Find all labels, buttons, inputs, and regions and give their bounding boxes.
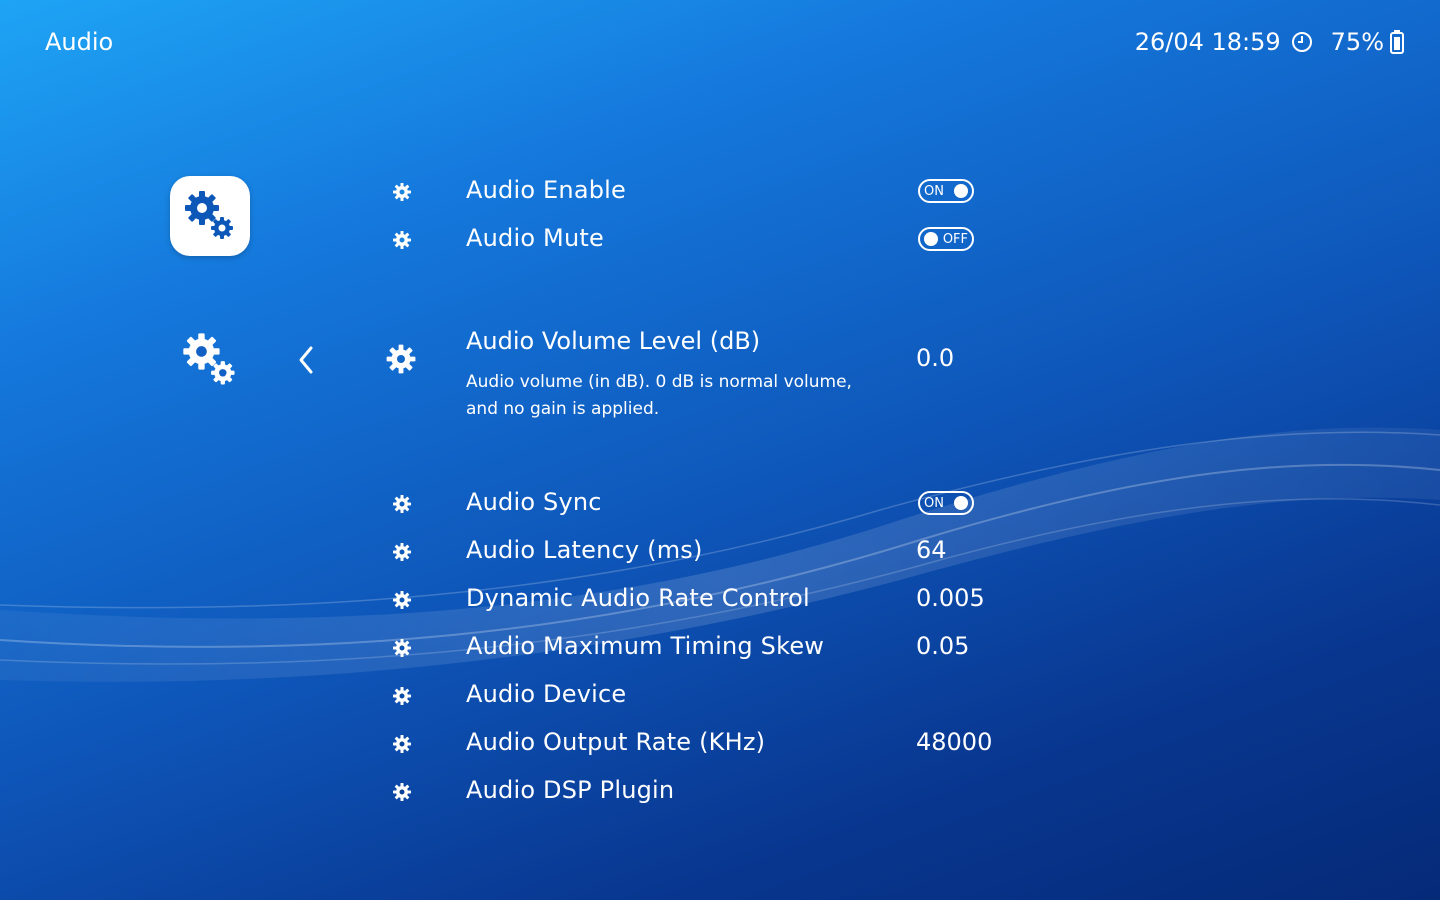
gear-icon: [392, 494, 412, 518]
menu-item-audio-dsp-plugin[interactable]: Audio DSP Plugin: [380, 768, 1080, 816]
toggle-state: OFF: [942, 231, 968, 247]
gear-icon: [392, 542, 412, 566]
page-title: Audio: [45, 28, 114, 56]
gear-icon: [392, 182, 412, 206]
menu-item-audio-mute[interactable]: Audio Mute OFF: [380, 216, 1080, 264]
menu-item-audio-volume-level[interactable]: Audio Volume Level (dB) Audio volume (in…: [380, 325, 1080, 425]
settings-gears-icon: [183, 333, 235, 385]
menu-item-audio-enable[interactable]: Audio Enable ON: [380, 168, 1080, 216]
menu-item-value: 0.0: [916, 344, 955, 372]
back-button[interactable]: [293, 343, 319, 381]
category-tile[interactable]: [170, 176, 250, 256]
menu-item-label: Audio Output Rate (KHz): [466, 728, 766, 756]
toggle-switch[interactable]: OFF: [918, 227, 974, 251]
toggle-state: ON: [924, 495, 944, 511]
menu-item-label: Audio Sync: [466, 488, 602, 516]
menu-item-label: Audio Latency (ms): [466, 536, 703, 564]
menu-item-label: Audio Volume Level (dB): [466, 327, 761, 355]
settings-gears-icon: [185, 191, 233, 239]
menu-item-audio-device[interactable]: Audio Device: [380, 672, 1080, 720]
battery-icon: [1390, 30, 1404, 54]
gear-icon: [392, 230, 412, 254]
menu-item-label: Audio Enable: [466, 176, 626, 204]
menu-item-audio-output-rate[interactable]: Audio Output Rate (KHz) 48000: [380, 720, 1080, 768]
menu-item-dynamic-audio-rate-control[interactable]: Dynamic Audio Rate Control 0.005: [380, 576, 1080, 624]
gear-icon: [392, 638, 412, 662]
menu-item-value: 48000: [916, 728, 993, 756]
toggle-switch[interactable]: ON: [918, 179, 974, 203]
chevron-left-icon: [299, 346, 313, 374]
datetime: 26/04 18:59: [1134, 28, 1281, 56]
gear-icon: [385, 343, 417, 379]
menu-item-value: 0.05: [916, 632, 970, 660]
menu-item-label: Dynamic Audio Rate Control: [466, 584, 810, 612]
menu-item-audio-latency[interactable]: Audio Latency (ms) 64: [380, 528, 1080, 576]
menu-item-label: Audio Mute: [466, 224, 604, 252]
battery-level: 75%: [1330, 28, 1384, 56]
gear-icon: [392, 686, 412, 710]
clock-icon: [1291, 31, 1313, 53]
category-settings-icon[interactable]: [178, 328, 242, 396]
menu-item-audio-maximum-timing-skew[interactable]: Audio Maximum Timing Skew 0.05: [380, 624, 1080, 672]
menu-item-value: 64: [916, 536, 947, 564]
status-bar: 26/04 18:59 75%: [1135, 28, 1404, 56]
menu-item-label: Audio Device: [466, 680, 627, 708]
menu-item-label: Audio DSP Plugin: [466, 776, 675, 804]
menu-item-value: 0.005: [916, 584, 985, 612]
toggle-state: ON: [924, 183, 944, 199]
toggle-switch[interactable]: ON: [918, 491, 974, 515]
menu-item-description: Audio volume (in dB). 0 dB is normal vol…: [466, 372, 852, 419]
menu-item-label: Audio Maximum Timing Skew: [466, 632, 825, 660]
menu-item-audio-sync[interactable]: Audio Sync ON: [380, 480, 1080, 528]
gear-icon: [392, 782, 412, 806]
gear-icon: [392, 590, 412, 614]
gear-icon: [392, 734, 412, 758]
